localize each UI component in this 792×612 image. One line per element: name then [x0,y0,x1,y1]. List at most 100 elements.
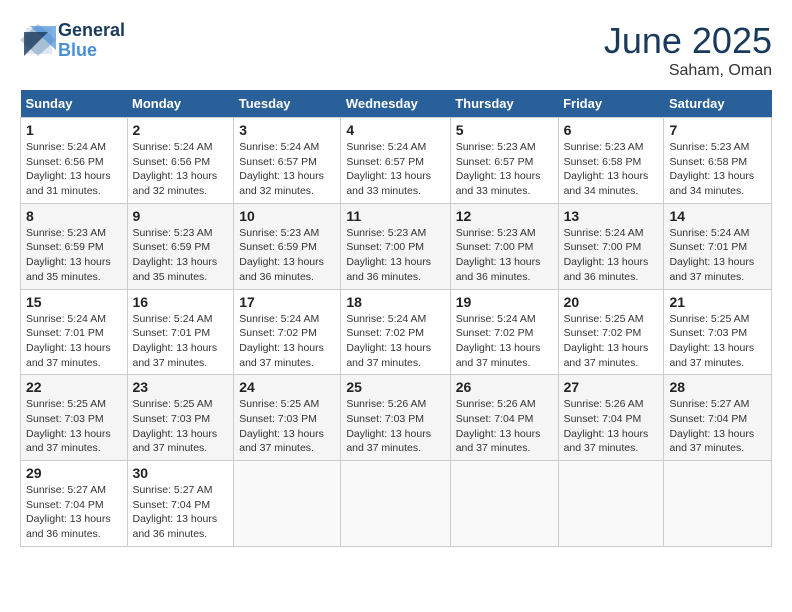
sunrise-text: Sunrise: 5:26 AM [456,398,536,410]
day-info: Sunrise: 5:25 AM Sunset: 7:02 PM Dayligh… [564,312,659,371]
sunset-text: Sunset: 6:59 PM [133,241,211,253]
day-info: Sunrise: 5:25 AM Sunset: 7:03 PM Dayligh… [133,397,229,456]
logo-icon [20,20,58,62]
sunset-text: Sunset: 7:04 PM [669,413,747,425]
day-number: 29 [26,465,122,481]
sunrise-text: Sunrise: 5:27 AM [26,484,106,496]
daylight-text: Daylight: 13 hours and 37 minutes. [239,342,324,369]
calendar-cell: 18 Sunrise: 5:24 AM Sunset: 7:02 PM Dayl… [341,289,450,375]
day-number: 2 [133,122,229,138]
logo-line2: Blue [58,41,125,61]
day-info: Sunrise: 5:24 AM Sunset: 6:57 PM Dayligh… [239,140,335,199]
calendar-cell [450,461,558,547]
sunset-text: Sunset: 7:00 PM [456,241,534,253]
calendar-week-5: 29 Sunrise: 5:27 AM Sunset: 7:04 PM Dayl… [21,461,772,547]
logo-line1: General [58,21,125,41]
day-info: Sunrise: 5:24 AM Sunset: 7:02 PM Dayligh… [239,312,335,371]
day-number: 10 [239,208,335,224]
calendar-cell: 13 Sunrise: 5:24 AM Sunset: 7:00 PM Dayl… [558,203,664,289]
calendar-cell: 30 Sunrise: 5:27 AM Sunset: 7:04 PM Dayl… [127,461,234,547]
day-number: 26 [456,379,553,395]
sunset-text: Sunset: 7:02 PM [239,327,317,339]
sunrise-text: Sunrise: 5:24 AM [564,227,644,239]
sunset-text: Sunset: 6:56 PM [133,156,211,168]
day-info: Sunrise: 5:23 AM Sunset: 6:59 PM Dayligh… [133,226,229,285]
daylight-text: Daylight: 13 hours and 31 minutes. [26,170,111,197]
day-info: Sunrise: 5:24 AM Sunset: 7:00 PM Dayligh… [564,226,659,285]
daylight-text: Daylight: 13 hours and 36 minutes. [564,256,649,283]
calendar-cell: 22 Sunrise: 5:25 AM Sunset: 7:03 PM Dayl… [21,375,128,461]
day-info: Sunrise: 5:25 AM Sunset: 7:03 PM Dayligh… [26,397,122,456]
day-info: Sunrise: 5:23 AM Sunset: 6:59 PM Dayligh… [239,226,335,285]
day-info: Sunrise: 5:24 AM Sunset: 7:02 PM Dayligh… [346,312,444,371]
day-info: Sunrise: 5:24 AM Sunset: 6:57 PM Dayligh… [346,140,444,199]
day-number: 20 [564,294,659,310]
day-number: 6 [564,122,659,138]
sunset-text: Sunset: 6:59 PM [26,241,104,253]
sunset-text: Sunset: 7:02 PM [564,327,642,339]
sunset-text: Sunset: 6:57 PM [239,156,317,168]
daylight-text: Daylight: 13 hours and 36 minutes. [456,256,541,283]
calendar-cell: 23 Sunrise: 5:25 AM Sunset: 7:03 PM Dayl… [127,375,234,461]
calendar-cell: 17 Sunrise: 5:24 AM Sunset: 7:02 PM Dayl… [234,289,341,375]
day-number: 1 [26,122,122,138]
calendar-cell: 1 Sunrise: 5:24 AM Sunset: 6:56 PM Dayli… [21,118,128,204]
sunset-text: Sunset: 7:02 PM [456,327,534,339]
day-info: Sunrise: 5:23 AM Sunset: 6:58 PM Dayligh… [564,140,659,199]
day-info: Sunrise: 5:24 AM Sunset: 7:01 PM Dayligh… [26,312,122,371]
sunrise-text: Sunrise: 5:24 AM [346,313,426,325]
calendar-cell: 11 Sunrise: 5:23 AM Sunset: 7:00 PM Dayl… [341,203,450,289]
sunset-text: Sunset: 6:58 PM [669,156,747,168]
calendar-week-3: 15 Sunrise: 5:24 AM Sunset: 7:01 PM Dayl… [21,289,772,375]
day-info: Sunrise: 5:23 AM Sunset: 6:58 PM Dayligh… [669,140,766,199]
header-wednesday: Wednesday [341,90,450,118]
sunrise-text: Sunrise: 5:23 AM [26,227,106,239]
day-number: 17 [239,294,335,310]
calendar-cell: 26 Sunrise: 5:26 AM Sunset: 7:04 PM Dayl… [450,375,558,461]
day-number: 12 [456,208,553,224]
day-info: Sunrise: 5:24 AM Sunset: 7:02 PM Dayligh… [456,312,553,371]
calendar-cell: 6 Sunrise: 5:23 AM Sunset: 6:58 PM Dayli… [558,118,664,204]
daylight-text: Daylight: 13 hours and 34 minutes. [564,170,649,197]
title-block: June 2025 Saham, Oman [604,20,772,80]
day-info: Sunrise: 5:25 AM Sunset: 7:03 PM Dayligh… [669,312,766,371]
calendar-cell [234,461,341,547]
logo: General Blue [20,20,125,62]
header-monday: Monday [127,90,234,118]
sunrise-text: Sunrise: 5:24 AM [26,313,106,325]
sunset-text: Sunset: 7:03 PM [669,327,747,339]
sunset-text: Sunset: 7:01 PM [669,241,747,253]
calendar-cell: 2 Sunrise: 5:24 AM Sunset: 6:56 PM Dayli… [127,118,234,204]
sunset-text: Sunset: 7:00 PM [564,241,642,253]
calendar-cell [558,461,664,547]
daylight-text: Daylight: 13 hours and 32 minutes. [239,170,324,197]
calendar-cell: 7 Sunrise: 5:23 AM Sunset: 6:58 PM Dayli… [664,118,772,204]
daylight-text: Daylight: 13 hours and 37 minutes. [456,342,541,369]
sunset-text: Sunset: 7:01 PM [133,327,211,339]
sunset-text: Sunset: 7:02 PM [346,327,424,339]
daylight-text: Daylight: 13 hours and 37 minutes. [26,428,111,455]
sunset-text: Sunset: 6:59 PM [239,241,317,253]
sunset-text: Sunset: 7:04 PM [26,499,104,511]
daylight-text: Daylight: 13 hours and 33 minutes. [346,170,431,197]
calendar-cell: 8 Sunrise: 5:23 AM Sunset: 6:59 PM Dayli… [21,203,128,289]
header-saturday: Saturday [664,90,772,118]
daylight-text: Daylight: 13 hours and 37 minutes. [564,342,649,369]
calendar-cell: 16 Sunrise: 5:24 AM Sunset: 7:01 PM Dayl… [127,289,234,375]
daylight-text: Daylight: 13 hours and 36 minutes. [239,256,324,283]
sunset-text: Sunset: 6:56 PM [26,156,104,168]
day-info: Sunrise: 5:23 AM Sunset: 7:00 PM Dayligh… [346,226,444,285]
calendar-cell: 3 Sunrise: 5:24 AM Sunset: 6:57 PM Dayli… [234,118,341,204]
calendar-cell: 27 Sunrise: 5:26 AM Sunset: 7:04 PM Dayl… [558,375,664,461]
day-number: 13 [564,208,659,224]
day-number: 15 [26,294,122,310]
daylight-text: Daylight: 13 hours and 37 minutes. [346,428,431,455]
sunrise-text: Sunrise: 5:25 AM [669,313,749,325]
daylight-text: Daylight: 13 hours and 37 minutes. [239,428,324,455]
calendar-cell: 19 Sunrise: 5:24 AM Sunset: 7:02 PM Dayl… [450,289,558,375]
day-number: 5 [456,122,553,138]
sunrise-text: Sunrise: 5:25 AM [239,398,319,410]
calendar-cell: 29 Sunrise: 5:27 AM Sunset: 7:04 PM Dayl… [21,461,128,547]
sunset-text: Sunset: 7:04 PM [133,499,211,511]
day-info: Sunrise: 5:23 AM Sunset: 6:57 PM Dayligh… [456,140,553,199]
